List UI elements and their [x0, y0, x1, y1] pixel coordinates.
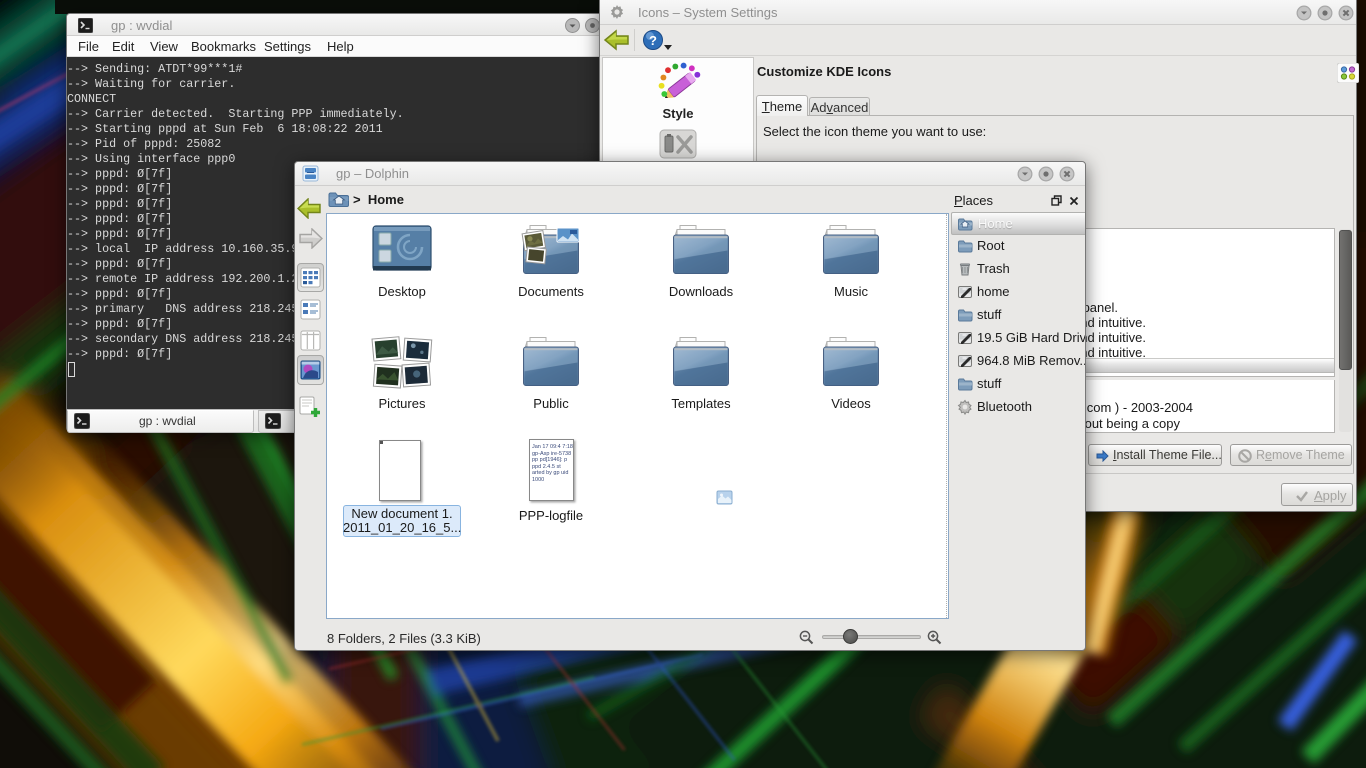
svg-text:?: ? [649, 33, 657, 48]
